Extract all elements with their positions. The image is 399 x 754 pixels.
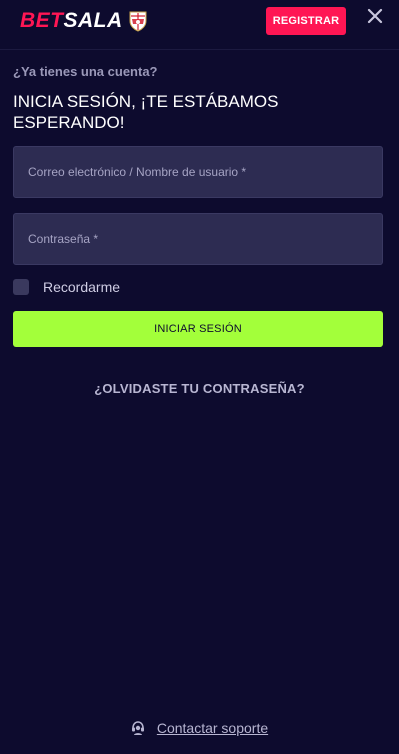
logo-text-bet: BET <box>20 9 64 32</box>
forgot-password-link[interactable]: ¿OLVIDASTE TU CONTRASEÑA? <box>0 381 399 396</box>
page-title: INICIA SESIÓN, ¡TE ESTÁBAMOS ESPERANDO! <box>13 92 279 132</box>
contact-support-label: Contactar soporte <box>156 720 269 736</box>
login-button[interactable]: INICIAR SESIÓN <box>13 311 383 347</box>
have-account-text: ¿Ya tienes una cuenta? <box>13 64 158 79</box>
password-input[interactable] <box>13 213 383 265</box>
contact-support[interactable]: Contactar soporte <box>0 720 399 736</box>
brand-logo[interactable]: BET SALA <box>20 9 148 33</box>
club-crest-icon <box>129 11 147 32</box>
remember-me[interactable]: Recordarme <box>13 279 120 295</box>
login-page: BET SALA REGISTRAR ¿Ya tienes una cuenta… <box>0 0 399 754</box>
header: BET SALA REGISTRAR <box>0 0 399 50</box>
close-icon <box>367 8 383 24</box>
register-button[interactable]: REGISTRAR <box>266 7 346 35</box>
close-button[interactable] <box>364 5 386 27</box>
remember-checkbox[interactable] <box>13 279 29 295</box>
remember-label: Recordarme <box>43 279 121 295</box>
headset-icon <box>131 721 144 735</box>
email-input[interactable] <box>13 146 383 198</box>
logo-text-sala: SALA <box>63 9 123 32</box>
